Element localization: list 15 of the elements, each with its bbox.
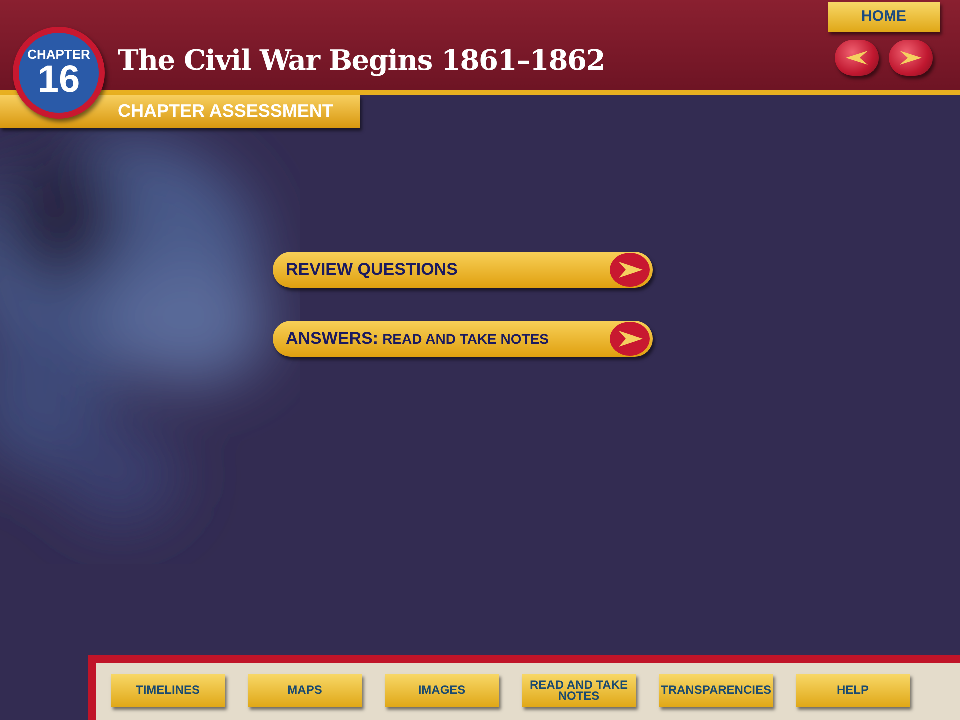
chapter-label: CHAPTER: [28, 48, 90, 60]
chapter-title: The Civil War Begins 1861–1862: [118, 43, 606, 79]
option-button[interactable]: ANSWERS: READ AND TAKE NOTES: [273, 321, 653, 357]
left-arrow-icon: [844, 50, 870, 66]
nav-button[interactable]: MAPS: [248, 674, 362, 707]
right-arrow-icon: [898, 50, 924, 66]
next-button[interactable]: [889, 40, 933, 76]
home-button[interactable]: HOME: [828, 2, 940, 32]
nav-button[interactable]: TRANSPARENCIES: [659, 674, 773, 707]
nav-button[interactable]: READ AND TAKE NOTES: [522, 674, 636, 707]
nav-button[interactable]: IMAGES: [385, 674, 499, 707]
nav-button[interactable]: TIMELINES: [111, 674, 225, 707]
previous-button[interactable]: [835, 40, 879, 76]
option-button[interactable]: REVIEW QUESTIONS: [273, 252, 653, 288]
nav-button[interactable]: HELP: [796, 674, 910, 707]
